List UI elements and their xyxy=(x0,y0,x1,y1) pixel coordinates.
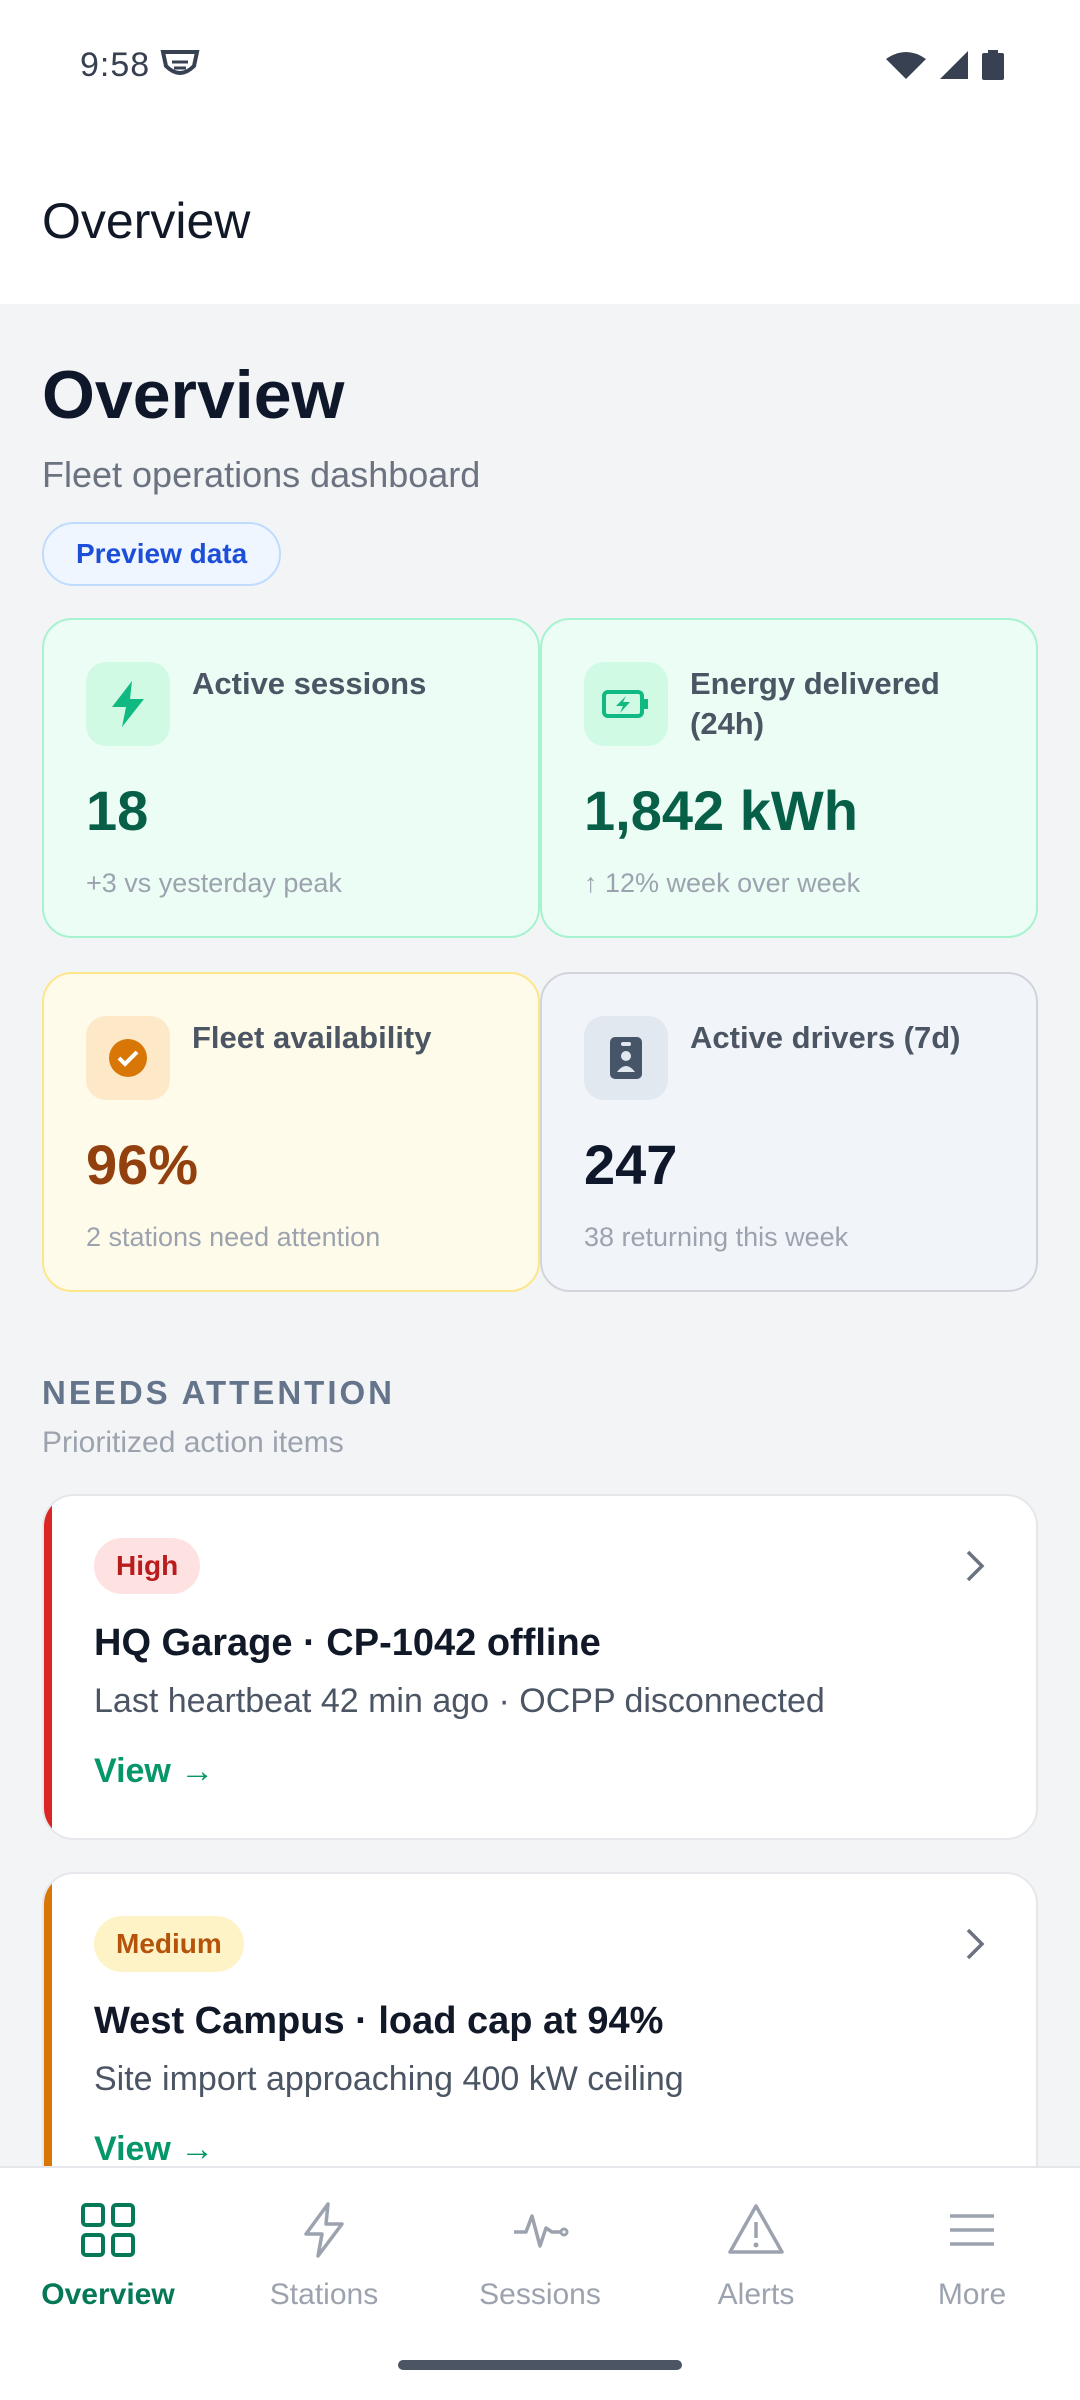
status-icons xyxy=(886,50,1004,80)
priority-badge: Medium xyxy=(94,1916,244,1972)
nav-label: Alerts xyxy=(717,2278,795,2311)
view-link[interactable]: View → xyxy=(94,1752,214,1791)
alert-title: West Campus · load cap at 94% xyxy=(94,2000,664,2042)
bolt-icon xyxy=(304,2202,344,2258)
metric-label: Active sessions xyxy=(192,666,427,701)
nav-label: More xyxy=(937,2278,1007,2311)
battery-icon xyxy=(982,50,1004,80)
metric-value: 96% xyxy=(86,1133,199,1196)
alert-title: HQ Garage · CP-1042 offline xyxy=(94,1622,601,1664)
battery-charging-icon xyxy=(584,662,668,746)
bolt-icon xyxy=(86,662,170,746)
priority-bar xyxy=(44,1874,52,2166)
check-circle-icon xyxy=(86,1016,170,1100)
attention-item-medium[interactable]: Medium West Campus · load cap at 94% Sit… xyxy=(42,1872,1038,2166)
metric-card-fleet-availability[interactable]: Fleet availability 96% 2 stations need a… xyxy=(42,972,540,1292)
signal-icon xyxy=(940,51,968,79)
nav-label: Overview xyxy=(41,2278,175,2311)
page-title: Overview xyxy=(42,357,345,433)
metric-label: Active drivers (7d) xyxy=(690,1020,961,1055)
section-subtitle: Prioritized action items xyxy=(42,1426,344,1459)
nav-item-sessions[interactable]: Sessions xyxy=(432,2200,648,2330)
metric-card-active-drivers[interactable]: Active drivers (7d) 247 38 returning thi… xyxy=(540,972,1038,1292)
preview-data-chip: Preview data xyxy=(42,522,282,586)
view-link[interactable]: View → xyxy=(94,2130,214,2166)
metric-value: 1,842 kWh xyxy=(584,779,858,842)
metric-label: Fleet availability xyxy=(192,1020,432,1055)
shield-icon xyxy=(160,50,200,75)
metric-label: Energy delivered (24h) xyxy=(690,666,940,741)
metric-card-energy-delivered[interactable]: Energy delivered (24h) 1,842 kWh ↑ 12% w… xyxy=(540,618,1038,938)
menu-icon xyxy=(950,2214,994,2246)
nav-item-overview[interactable]: Overview xyxy=(0,2200,216,2330)
attention-item-high[interactable]: High HQ Garage · CP-1042 offline Last he… xyxy=(42,1494,1038,1840)
metric-note: 38 returning this week xyxy=(584,1222,849,1252)
section-title: NEEDS ATTENTION xyxy=(42,1374,396,1411)
chevron-right-icon[interactable] xyxy=(960,1548,990,1584)
app-bar-title: Overview xyxy=(42,193,251,249)
metric-value: 18 xyxy=(86,779,149,842)
app-bar: Overview xyxy=(0,120,1080,304)
nav-label: Sessions xyxy=(479,2278,601,2311)
priority-bar xyxy=(44,1496,52,1838)
grid-icon xyxy=(81,2203,135,2257)
nav-label: Stations xyxy=(269,2278,379,2311)
warning-icon xyxy=(728,2204,784,2254)
status-bar: 9:58 xyxy=(0,0,1080,120)
metric-note: +3 vs yesterday peak xyxy=(86,868,342,898)
main-content[interactable]: Overview Fleet operations dashboard Prev… xyxy=(0,304,1080,2166)
home-indicator[interactable] xyxy=(398,2360,682,2370)
status-time: 9:58 xyxy=(80,46,151,84)
metric-card-active-sessions[interactable]: Active sessions 18 +3 vs yesterday peak xyxy=(42,618,540,938)
page-subtitle: Fleet operations dashboard xyxy=(42,454,481,495)
metric-note: 2 stations need attention xyxy=(86,1222,381,1252)
chevron-right-icon[interactable] xyxy=(960,1926,990,1962)
activity-icon xyxy=(514,2214,569,2248)
nav-item-stations[interactable]: Stations xyxy=(216,2200,432,2330)
alert-description: Site import approaching 400 kW ceiling xyxy=(94,2060,684,2098)
metric-note: ↑ 12% week over week xyxy=(584,868,861,898)
alert-description: Last heartbeat 42 min ago · OCPP disconn… xyxy=(94,1682,825,1720)
nav-item-alerts[interactable]: Alerts xyxy=(648,2200,864,2330)
badge-icon xyxy=(584,1016,668,1100)
nav-item-more[interactable]: More xyxy=(864,2200,1080,2330)
priority-badge: High xyxy=(94,1538,201,1594)
metric-value: 247 xyxy=(584,1133,678,1196)
wifi-icon xyxy=(886,52,926,79)
